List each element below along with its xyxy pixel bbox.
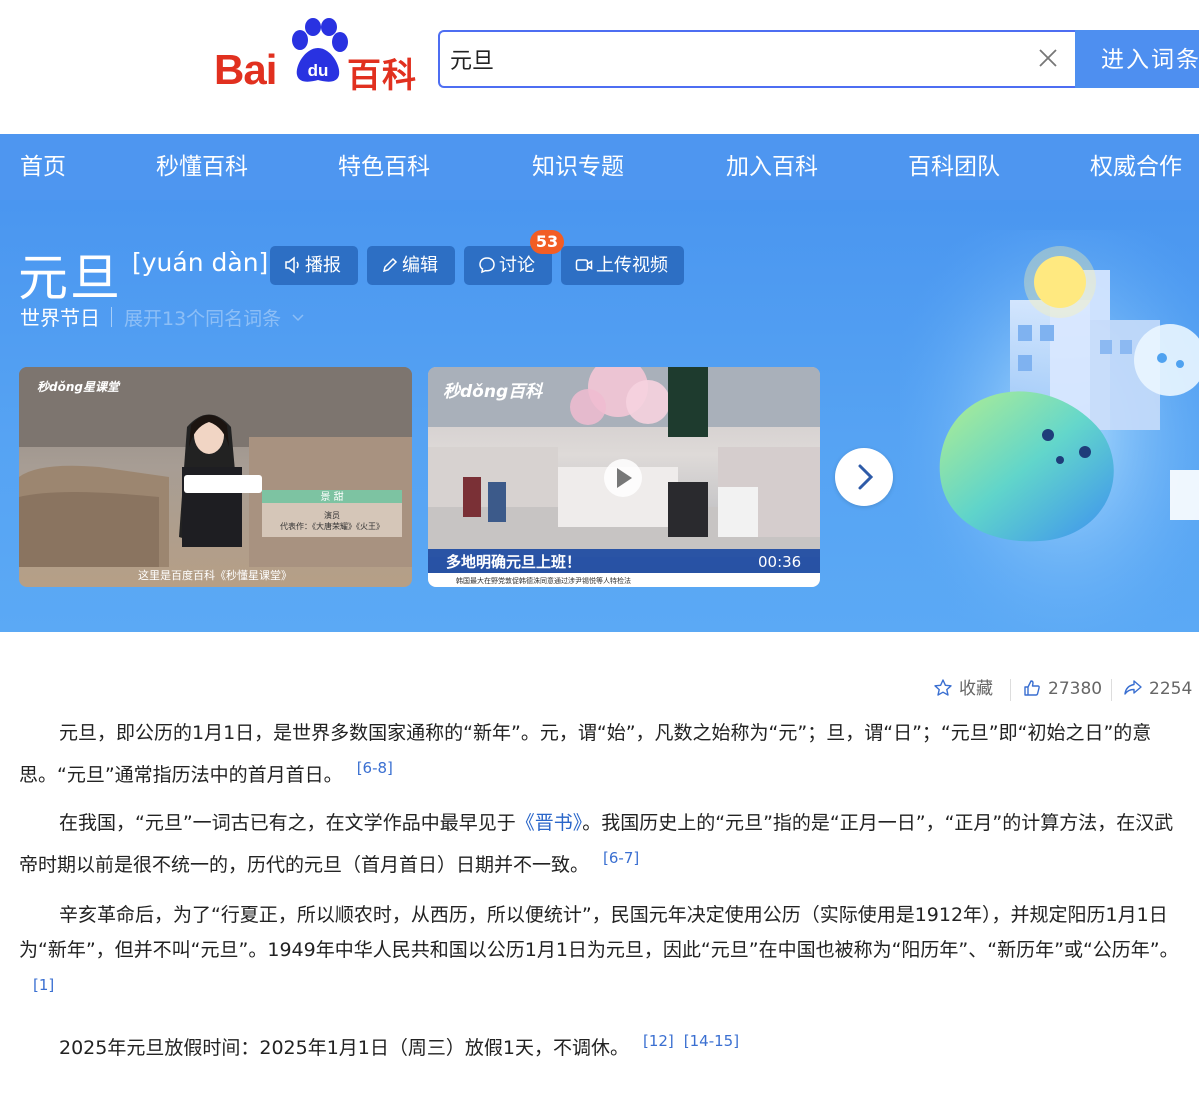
expand-same-name-link[interactable]: 展开13个同名词条: [124, 304, 305, 331]
paragraph-3-text: 辛亥革命后，为了“行夏正，所以顺农时，从西历，所以便统计”，民国元年决定使用公历…: [19, 904, 1179, 961]
favorite-button[interactable]: 收藏: [933, 676, 993, 702]
edit-button[interactable]: 编辑: [367, 246, 455, 285]
video-2-duration: 00:36: [758, 553, 801, 571]
divider: [1111, 679, 1112, 701]
paragraph-3: 辛亥革命后，为了“行夏正，所以顺农时，从西历，所以便统计”，民国元年决定使用公历…: [19, 898, 1179, 1010]
paragraph-2-text-a: 在我国，“元旦”一词古已有之，在文学作品中最早见于: [59, 812, 516, 834]
video-2-brand: 秒dǒng百科: [443, 382, 544, 402]
edit-label: 编辑: [402, 255, 438, 276]
star-icon: [934, 679, 952, 696]
video-thumbnail-1: 秒dǒng星课堂 景 甜 演员 代表作：《大唐荣耀》《火王》 这里是百度百科《秒…: [19, 367, 412, 582]
main-nav: 首页 秒懂百科 特色百科 知识专题 加入百科 百科团队 权威合作: [0, 134, 1199, 200]
video-card-2[interactable]: 秒dǒng百科 多地明确元旦上班！ 00:36 韩国最大在野党敦促韩德洙同意通过…: [428, 367, 820, 587]
paragraph-1: 元旦，即公历的1月1日，是世界多数国家通称的“新年”。元，谓“始”，凡数之始称为…: [19, 716, 1179, 793]
header: Bai du 百科 进入词条: [0, 0, 1199, 134]
paw-icon: du: [292, 18, 348, 82]
video-1-role: 演员: [324, 510, 340, 520]
share-button[interactable]: 2254: [1123, 676, 1192, 702]
search-input[interactable]: [450, 40, 1010, 78]
entry-category[interactable]: 世界节日: [20, 302, 100, 331]
chat-bubble-icon: [479, 257, 495, 274]
citation-link[interactable]: [1]: [33, 976, 54, 994]
next-video-button[interactable]: [835, 448, 893, 506]
paragraph-4: 2025年元旦放假时间：2025年1月1日（周三）放假1天，不调休。 [12] [1…: [19, 1024, 1179, 1066]
jinshu-link[interactable]: 《晋书》: [516, 812, 583, 834]
entry-hero: 元旦 [yuán dàn] 播报 编辑 讨论 53 上传视频 世界节日 展开13…: [0, 200, 1199, 632]
video-card-1[interactable]: 秒dǒng星课堂 景 甜 演员 代表作：《大唐荣耀》《火王》 这里是百度百科《秒…: [19, 367, 412, 587]
speaker-icon: [285, 256, 299, 274]
likes-count: 27380: [1048, 679, 1103, 699]
pencil-icon: [382, 257, 398, 273]
favorite-label: 收藏: [959, 679, 993, 699]
baidu-baike-logo[interactable]: Bai du 百科: [214, 18, 424, 96]
divider: [111, 307, 112, 327]
broadcast-button[interactable]: 播报: [270, 246, 358, 285]
citation-link[interactable]: [6-7]: [603, 849, 639, 867]
upload-video-label: 上传视频: [596, 255, 668, 276]
nav-item-team[interactable]: 百科团队: [908, 134, 1000, 200]
entry-toolbar: 收藏 27380 2254: [930, 676, 1199, 702]
paragraph-4-text: 2025年元旦放假时间：2025年1月1日（周三）放假1天，不调休。: [59, 1037, 629, 1059]
nav-item-partners[interactable]: 权威合作: [1090, 134, 1182, 200]
broadcast-label: 播报: [305, 255, 341, 276]
logo-bai: Bai: [214, 46, 277, 93]
divider: [1010, 679, 1011, 701]
shares-count: 2254: [1149, 679, 1193, 699]
video-1-brand: 秒dǒng星课堂: [37, 380, 121, 394]
search-box[interactable]: [438, 30, 1078, 88]
video-1-subtitle: 这里是百度百科《秒懂星课堂》: [138, 568, 292, 582]
nav-item-topics[interactable]: 知识专题: [532, 134, 624, 200]
entry-title: 元旦: [18, 249, 122, 307]
expand-same-name-label: 展开13个同名词条: [124, 308, 282, 330]
paragraph-2: 在我国，“元旦”一词古已有之，在文学作品中最早见于《晋书》。我国历史上的“元旦”…: [19, 806, 1179, 883]
citation-link[interactable]: [6-8]: [357, 759, 393, 777]
video-1-works: 代表作：《大唐荣耀》《火王》: [280, 521, 384, 531]
video-2-ticker: 韩国最大在野党敦促韩德洙同意通过涉尹锡悦等人特检法: [456, 576, 631, 585]
video-1-name-tag: 景 甜: [320, 490, 343, 503]
nav-item-join[interactable]: 加入百科: [726, 134, 818, 200]
citation-link[interactable]: [12]: [643, 1032, 674, 1050]
video-camera-icon: [575, 259, 593, 271]
paragraph-1-text: 元旦，即公历的1月1日，是世界多数国家通称的“新年”。元，谓“始”，凡数之始称为…: [19, 722, 1152, 786]
nav-item-home[interactable]: 首页: [20, 134, 66, 200]
nav-item-miaodong[interactable]: 秒懂百科: [156, 134, 248, 200]
logo-baike: 百科: [347, 56, 417, 96]
entry-pinyin: [yuán dàn]: [132, 248, 269, 277]
thumbs-up-icon: [1024, 680, 1040, 696]
chevron-right-icon: [858, 464, 874, 490]
discuss-label: 讨论: [499, 255, 535, 276]
enter-entry-button[interactable]: 进入词条: [1075, 30, 1199, 88]
discuss-count-badge: 53: [530, 230, 564, 254]
nav-item-featured[interactable]: 特色百科: [338, 134, 430, 200]
video-2-caption: 多地明确元旦上班！: [446, 553, 581, 571]
chevron-down-icon: [292, 314, 304, 322]
close-icon[interactable]: [1036, 46, 1060, 70]
logo-du: du: [308, 61, 329, 80]
citation-link[interactable]: [14-15]: [684, 1032, 739, 1050]
upload-video-button[interactable]: 上传视频: [561, 246, 684, 285]
video-thumbnail-2: 秒dǒng百科 多地明确元旦上班！ 00:36 韩国最大在野党敦促韩德洙同意通过…: [428, 367, 820, 587]
share-icon: [1124, 680, 1142, 695]
decorative-illustration: [900, 230, 1199, 632]
like-button[interactable]: 27380: [1022, 676, 1102, 702]
